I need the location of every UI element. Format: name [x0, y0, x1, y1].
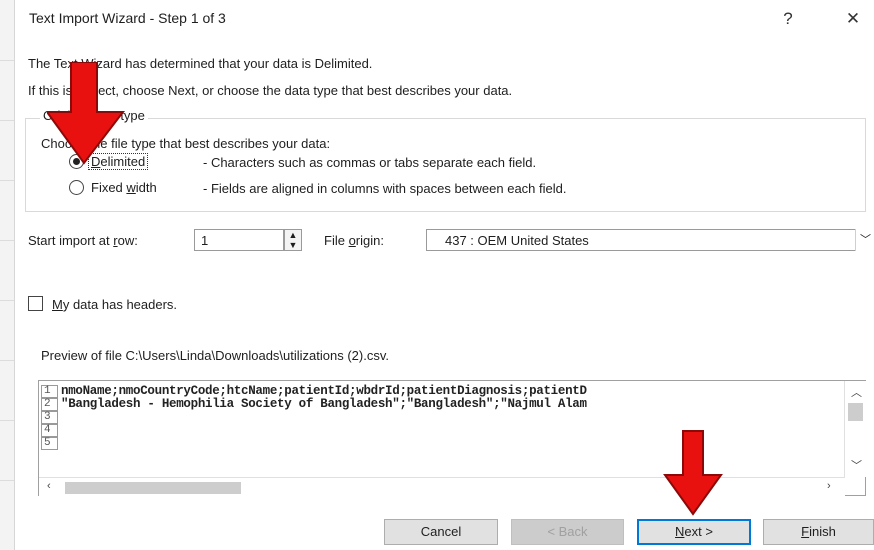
- vertical-scrollbar[interactable]: ︿ ﹀: [844, 381, 866, 477]
- delimited-option-label[interactable]: Delimited: [88, 153, 149, 170]
- preview-pane[interactable]: 1 nmoName;nmoCountryCode;htcName;patientI…: [38, 380, 866, 496]
- horizontal-scrollbar[interactable]: ‹ ›: [39, 477, 845, 496]
- start-row-value: 1: [201, 233, 209, 248]
- intro-line-2: If this is correct, choose Next, or choo…: [28, 83, 513, 98]
- background-worksheet-strip: [0, 0, 15, 550]
- start-row-label: Start import at row:: [28, 233, 138, 248]
- delimited-radio[interactable]: [69, 154, 84, 169]
- start-row-input[interactable]: 1: [194, 229, 284, 251]
- spin-down-icon: ▼: [288, 240, 298, 250]
- scroll-up-icon[interactable]: ︿: [851, 384, 862, 400]
- scroll-left-icon[interactable]: ‹: [47, 480, 51, 492]
- preview-line-number: 2: [41, 398, 58, 411]
- headers-label[interactable]: My data has headers.: [52, 297, 177, 312]
- file-origin-select[interactable]: 437 : OEM United States: [426, 229, 874, 251]
- preview-line-number: 1: [41, 385, 58, 398]
- chevron-down-icon[interactable]: ﹀: [855, 229, 874, 251]
- preview-line-number: 4: [41, 424, 58, 437]
- data-type-legend: Original data type: [40, 108, 148, 123]
- preview-label: Preview of file C:\Users\Linda\Downloads…: [41, 348, 390, 363]
- back-button[interactable]: < Back: [511, 519, 624, 545]
- vertical-scroll-thumb[interactable]: [848, 403, 863, 421]
- horizontal-scroll-thumb[interactable]: [65, 482, 241, 494]
- delimited-option-description: - Characters such as commas or tabs sepa…: [203, 155, 537, 170]
- fixed-width-option-description: - Fields are aligned in columns with spa…: [203, 181, 567, 196]
- spin-up-icon: ▲: [288, 230, 298, 240]
- file-origin-value: 437 : OEM United States: [445, 233, 589, 248]
- close-button[interactable]: ✕: [838, 6, 868, 32]
- file-origin-label: File origin:: [324, 233, 384, 248]
- start-row-spinner[interactable]: ▲ ▼: [284, 229, 302, 251]
- preview-line-text: nmoName;nmoCountryCode;htcName;patientId…: [61, 384, 587, 398]
- cancel-button[interactable]: Cancel: [384, 519, 498, 545]
- intro-line-1: The Text Wizard has determined that your…: [28, 56, 373, 71]
- dialog-title: Text Import Wizard - Step 1 of 3: [29, 10, 226, 26]
- preview-line-text: "Bangladesh - Hemophilia Society of Bang…: [61, 397, 587, 411]
- headers-checkbox[interactable]: [28, 296, 43, 311]
- scroll-right-icon[interactable]: ›: [827, 480, 831, 492]
- finish-button[interactable]: Finish: [763, 519, 874, 545]
- help-button[interactable]: ?: [773, 6, 803, 32]
- fixed-width-option-label[interactable]: Fixed width: [91, 180, 157, 195]
- preview-line-number: 5: [41, 437, 58, 450]
- fixed-width-radio[interactable]: [69, 180, 84, 195]
- preview-line-number: 3: [41, 411, 58, 424]
- data-type-prompt: Choose the file type that best describes…: [41, 136, 331, 151]
- radio-selected-dot: [73, 158, 80, 165]
- next-button[interactable]: Next >: [637, 519, 751, 545]
- scroll-down-icon[interactable]: ﹀: [851, 457, 862, 473]
